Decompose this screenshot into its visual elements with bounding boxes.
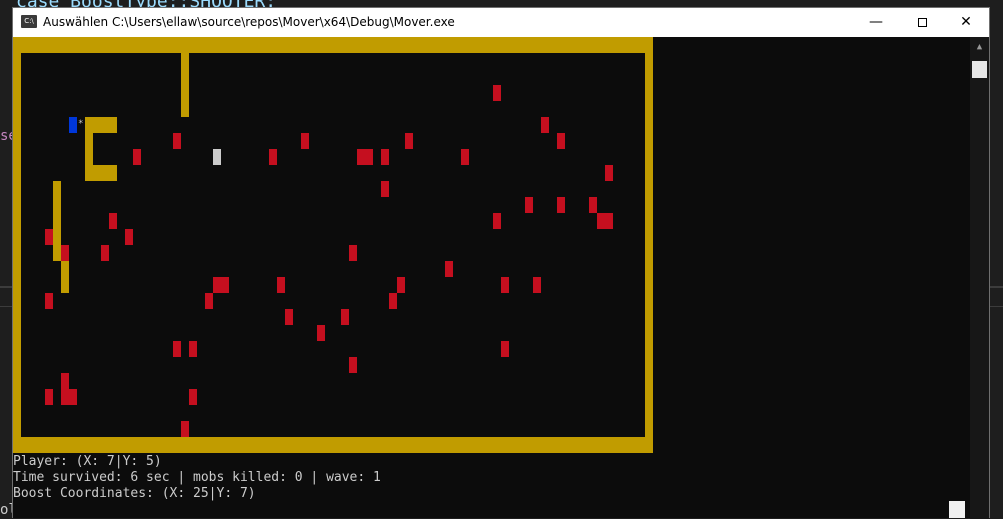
mob [189,341,197,357]
mob [605,213,613,229]
player-marker: * [78,119,83,129]
mob [501,341,509,357]
mob [397,277,405,293]
mob [61,245,69,261]
mob [533,277,541,293]
player [69,117,77,133]
maximize-button[interactable] [899,8,945,37]
mob [341,309,349,325]
mob [501,277,509,293]
mob [45,389,53,405]
mob [389,293,397,309]
wall-segment [85,133,93,165]
minimize-button[interactable]: — [853,8,899,37]
scrollbar-thumb[interactable] [972,61,987,78]
mob [69,389,77,405]
title-bar[interactable]: C:\ Auswählen C:\Users\ellaw\source\repo… [13,8,989,37]
mob [605,165,613,181]
mob [357,149,365,165]
mob [349,245,357,261]
mob [45,293,53,309]
mob [541,117,549,133]
mob [589,197,597,213]
ide-divider [990,306,1003,307]
mob [381,149,389,165]
mob [597,213,605,229]
player-coordinates: Player: (X: 7|Y: 5) [13,454,162,469]
mob [109,213,117,229]
mob [269,149,277,165]
mob [61,373,69,389]
mob [493,85,501,101]
console-window: C:\ Auswählen C:\Users\ellaw\source\repo… [12,7,990,519]
mob [557,133,565,149]
scroll-up-arrow-icon[interactable]: ▲ [970,39,989,55]
mob [173,133,181,149]
game-board: * [13,37,653,453]
mob [213,277,221,293]
mob [349,357,357,373]
minimize-icon: — [869,14,883,30]
mob [189,389,197,405]
boost-item [213,149,221,165]
mob [285,309,293,325]
vertical-scrollbar[interactable]: ▲ [970,37,989,519]
mob [405,133,413,149]
mob [445,261,453,277]
mob [205,293,213,309]
wall-segment [85,117,117,133]
mob [221,277,229,293]
mob [365,149,373,165]
mob [381,181,389,197]
wall-segment [181,53,189,117]
console-cursor [949,501,965,518]
ide-divider [0,306,12,307]
ide-divider [990,286,1003,288]
mob [493,213,501,229]
ide-divider [0,286,12,288]
console-app-icon: C:\ [21,15,37,28]
mob [173,341,181,357]
mob [101,245,109,261]
mob [45,229,53,245]
mob [277,277,285,293]
close-icon: ✕ [960,14,972,30]
wall-left [13,37,21,453]
game-stats: Time survived: 6 sec | mobs killed: 0 | … [13,470,381,485]
boost-coordinates: Boost Coordinates: (X: 25|Y: 7) [13,486,256,501]
mob [317,325,325,341]
wall-right [645,37,653,453]
game-canvas: * [13,37,653,453]
mob [461,149,469,165]
mob [125,229,133,245]
wall-bottom [13,437,653,453]
wall-top [13,37,653,53]
mob [181,421,189,437]
mob [301,133,309,149]
maximize-icon [917,17,927,27]
wall-segment [53,181,61,261]
window-title: Auswählen C:\Users\ellaw\source\repos\Mo… [43,15,455,29]
mob [133,149,141,165]
mob [557,197,565,213]
wall-segment [85,165,117,181]
mob [61,389,69,405]
close-button[interactable]: ✕ [943,8,989,37]
mob [525,197,533,213]
